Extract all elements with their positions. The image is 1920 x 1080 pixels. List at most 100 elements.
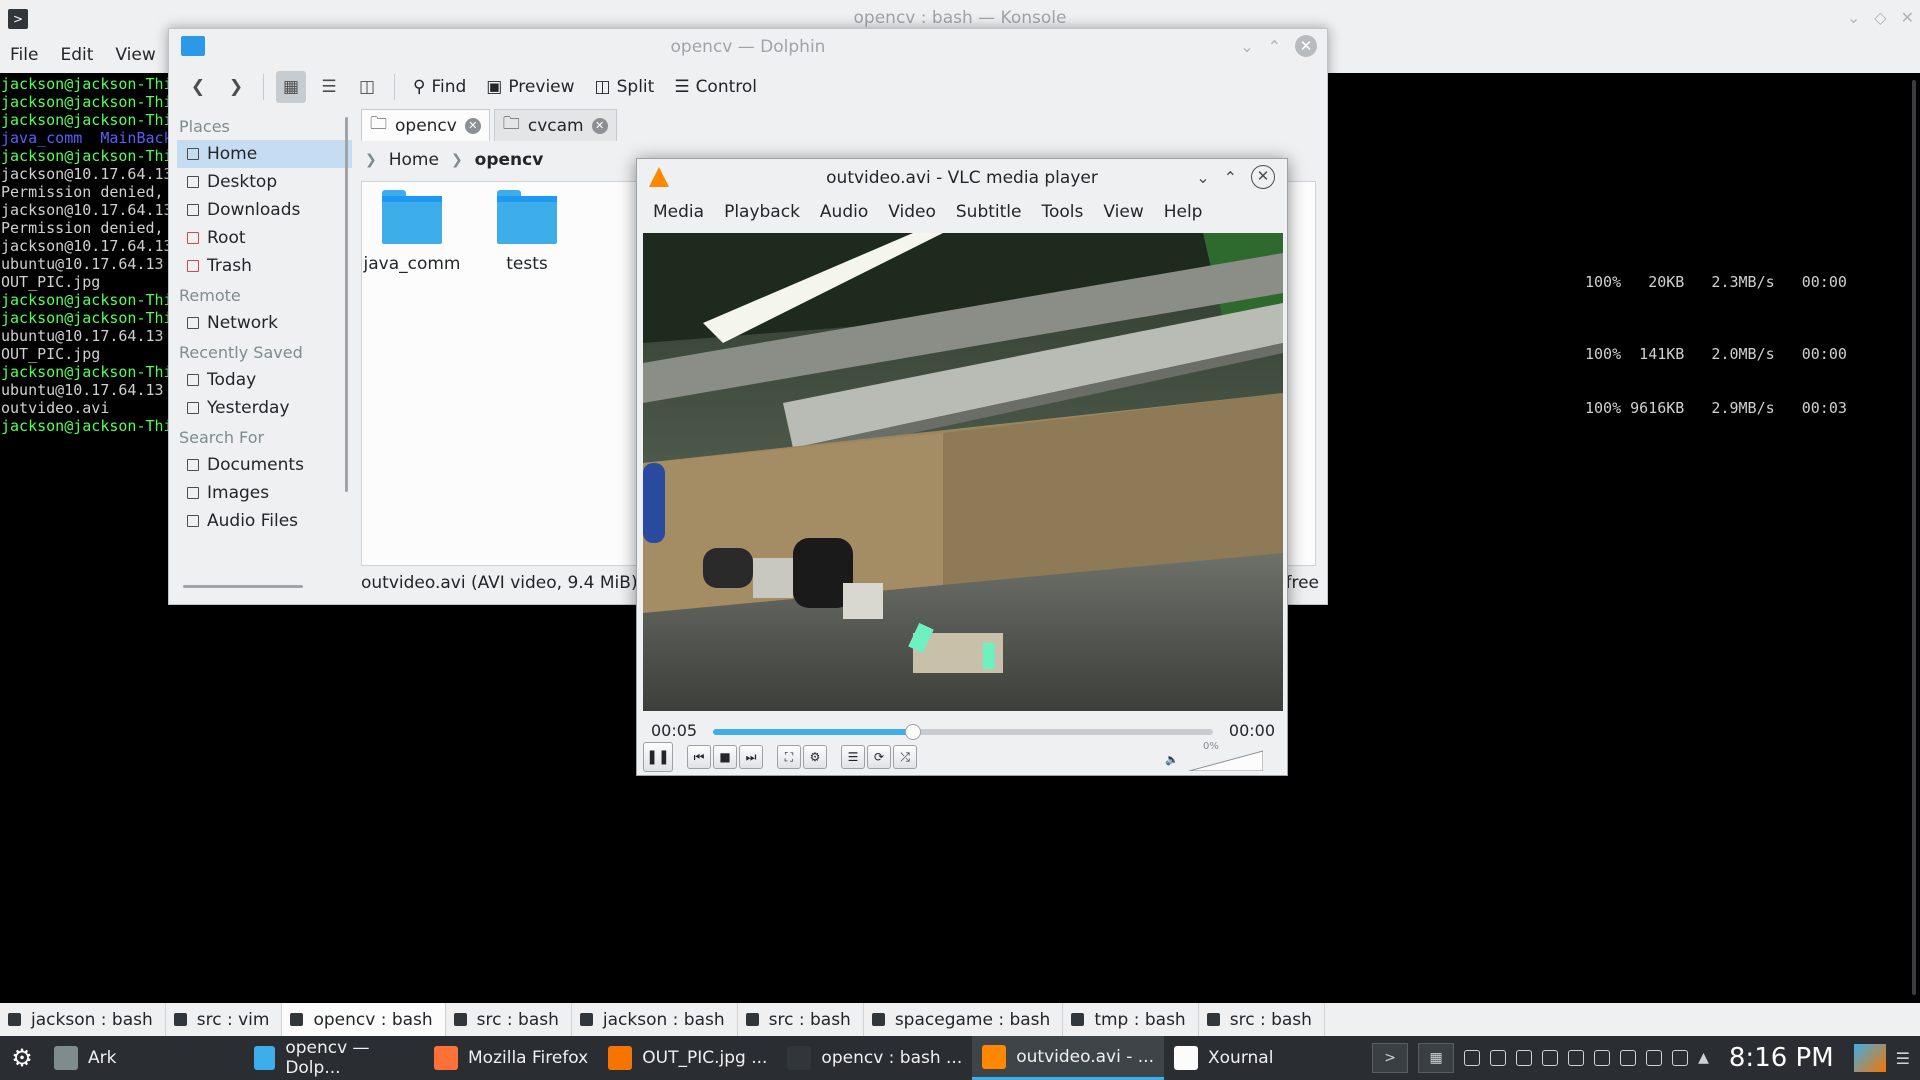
places-item[interactable]: Root [177, 224, 352, 252]
media-icon[interactable] [1464, 1050, 1481, 1066]
extended-settings-button[interactable]: ⚙ [803, 745, 827, 769]
video-frame[interactable] [643, 233, 1283, 711]
tab-opencv[interactable]: 🗀 opencv ✕ [361, 109, 490, 141]
lock-icon[interactable] [1620, 1050, 1637, 1066]
konsole-tab[interactable]: jackson : bash [572, 1003, 738, 1036]
application-launcher-icon[interactable]: ⚙ [0, 1036, 44, 1080]
maximize-icon[interactable]: ⌃ [1268, 37, 1281, 56]
maximize-icon[interactable]: ◇ [1874, 8, 1886, 27]
places-item[interactable]: Images [177, 479, 352, 507]
places-item[interactable]: Audio Files [177, 507, 352, 535]
forward-icon[interactable]: ❯ [221, 71, 251, 103]
dolphin-titlebar[interactable]: opencv — Dolphin ⌄ ⌃ ✕ [169, 29, 1327, 63]
virtual-desktop-pager[interactable]: > [1372, 1043, 1409, 1073]
close-icon[interactable]: ✕ [1251, 165, 1275, 189]
bluetooth-icon[interactable] [1490, 1050, 1507, 1066]
places-horizontal-scrollbar[interactable] [183, 585, 303, 588]
expand-tray-icon[interactable]: ▲ [1698, 1050, 1709, 1066]
playlist-button[interactable]: ☰ [841, 745, 865, 769]
konsole-tab[interactable]: src : bash [446, 1003, 572, 1036]
activity-pager[interactable]: ▦ [1418, 1043, 1455, 1073]
konsole-tab[interactable]: tmp : bash [1063, 1003, 1199, 1036]
back-icon[interactable]: ❮ [183, 71, 213, 103]
menu-edit[interactable]: Edit [60, 45, 93, 65]
breadcrumb-home[interactable]: Home [389, 150, 439, 170]
clipboard-icon[interactable] [1646, 1050, 1663, 1066]
places-item[interactable]: Downloads [177, 196, 352, 224]
clock[interactable]: 8:16 PM [1729, 1043, 1834, 1073]
konsole-tab[interactable]: src : bash [1199, 1003, 1325, 1036]
volume-slider[interactable] [1189, 749, 1263, 771]
vlc-menu-subtitle[interactable]: Subtitle [946, 197, 1032, 227]
volume-icon[interactable] [1672, 1050, 1689, 1066]
konsole-tab[interactable]: src : vim [166, 1003, 283, 1036]
close-icon[interactable]: ✕ [1295, 35, 1317, 57]
preview-button[interactable]: ▣ Preview [480, 71, 580, 103]
control-button[interactable]: ☰ Control [668, 71, 763, 103]
maximize-icon[interactable]: ⌃ [1224, 168, 1237, 187]
file-item[interactable]: java_comm [362, 190, 462, 274]
konsole-tab[interactable]: jackson : bash [0, 1003, 166, 1036]
konsole-tab[interactable]: opencv : bash [282, 1003, 446, 1036]
vlc-menu-playback[interactable]: Playback [714, 197, 810, 227]
file-item[interactable]: tests [477, 190, 577, 274]
vlc-menu-audio[interactable]: Audio [810, 197, 878, 227]
taskbar-task[interactable]: outvideo.avi - ... [972, 1036, 1164, 1080]
vlc-menu-video[interactable]: Video [878, 197, 946, 227]
stop-button[interactable]: ■ [713, 745, 737, 769]
fullscreen-button[interactable]: ⛶ [777, 745, 801, 769]
places-item[interactable]: Network [177, 309, 352, 337]
taskbar-task[interactable]: Mozilla Firefox [424, 1036, 598, 1080]
seek-handle[interactable] [905, 724, 921, 740]
show-desktop-icon[interactable] [1853, 1044, 1886, 1072]
vlc-menu-help[interactable]: Help [1154, 197, 1213, 227]
updates-icon[interactable] [1542, 1050, 1559, 1066]
terminal-scrollbar[interactable] [1912, 80, 1916, 995]
icons-view-icon[interactable]: ▦ [276, 71, 306, 103]
places-item[interactable]: Documents [177, 451, 352, 479]
tab-cvcam[interactable]: 🗀 cvcam ✕ [493, 109, 617, 141]
split-button[interactable]: ◫ Split [589, 71, 661, 103]
seek-slider[interactable] [713, 724, 1213, 740]
loop-button[interactable]: ⟳ [867, 745, 891, 769]
close-icon[interactable]: ✕ [1901, 8, 1914, 27]
minimize-icon[interactable]: ⌄ [1240, 37, 1253, 56]
taskbar-task[interactable]: Xournal [1164, 1036, 1283, 1080]
shuffle-button[interactable]: ⤮ [893, 745, 917, 769]
menu-view[interactable]: View [115, 45, 155, 65]
battery-icon[interactable] [1568, 1050, 1585, 1066]
close-tab-icon[interactable]: ✕ [591, 117, 608, 134]
vlc-menu-tools[interactable]: Tools [1031, 197, 1093, 227]
close-tab-icon[interactable]: ✕ [464, 117, 481, 134]
taskbar-task[interactable]: OUT_PIC.jpg ... [598, 1036, 777, 1080]
compact-view-icon[interactable]: ☰ [314, 71, 344, 103]
places-item[interactable]: Today [177, 366, 352, 394]
next-button[interactable]: ⏭ [739, 745, 763, 769]
display-icon[interactable] [1516, 1050, 1533, 1066]
find-button[interactable]: ⚲ Find [407, 71, 472, 103]
places-item[interactable]: Yesterday [177, 394, 352, 422]
konsole-tab[interactable]: spacegame : bash [864, 1003, 1064, 1036]
vlc-menu-media[interactable]: Media [643, 197, 714, 227]
vlc-menu-view[interactable]: View [1093, 197, 1153, 227]
wifi-icon[interactable] [1594, 1050, 1611, 1066]
menu-file[interactable]: File [10, 45, 38, 65]
places-item[interactable]: Home [177, 140, 352, 168]
volume-control[interactable]: 🔈 0% [1165, 741, 1265, 773]
taskbar-task[interactable]: opencv — Dolp... [244, 1036, 424, 1080]
breadcrumb-current[interactable]: opencv [475, 150, 544, 170]
details-view-icon[interactable]: ◫ [352, 71, 382, 103]
previous-button[interactable]: ⏮ [687, 745, 711, 769]
taskbar-task[interactable]: opencv : bash ... [777, 1036, 972, 1080]
konsole-tab[interactable]: src : bash [738, 1003, 864, 1036]
vlc-titlebar[interactable]: outvideo.avi - VLC media player ⌄ ⌃ ✕ [637, 159, 1287, 195]
taskbar-task[interactable]: Ark [44, 1036, 244, 1080]
places-item[interactable]: Trash [177, 252, 352, 280]
places-item[interactable]: Desktop [177, 168, 352, 196]
minimize-icon[interactable]: ⌄ [1196, 168, 1209, 187]
panel-menu-icon[interactable]: ☰ [1896, 1049, 1910, 1068]
pause-button[interactable]: ❚❚ [643, 742, 673, 772]
minimize-icon[interactable]: ⌄ [1847, 8, 1860, 27]
speaker-icon[interactable]: 🔈 [1165, 753, 1179, 766]
places-scrollbar[interactable] [345, 117, 348, 492]
